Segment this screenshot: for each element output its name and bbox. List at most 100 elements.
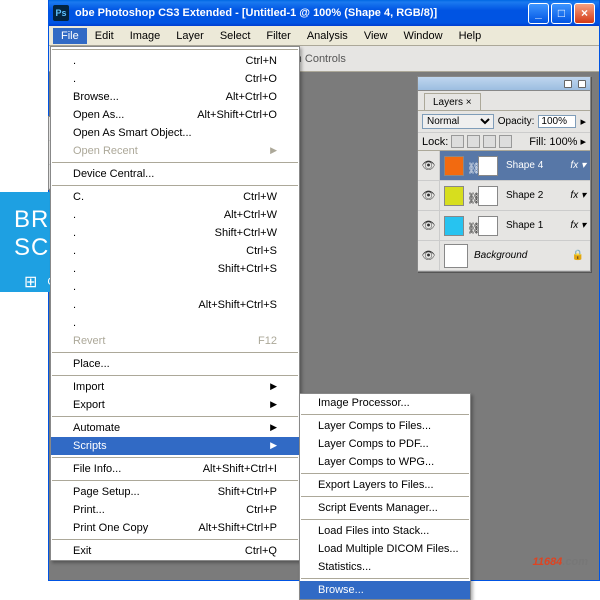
scripts-menu-item[interactable]: Load Files into Stack... — [300, 522, 470, 540]
file-menu-item[interactable]: Place... — [51, 355, 299, 373]
scripts-menu-item[interactable]: Statistics... — [300, 558, 470, 576]
link-icon: ⛓ — [467, 222, 475, 230]
file-menu-item[interactable]: Print One CopyAlt+Shift+Ctrl+P — [51, 519, 299, 537]
mask-thumbnail[interactable] — [478, 186, 498, 206]
file-menu-item[interactable]: Import▶ — [51, 378, 299, 396]
menu-window[interactable]: Window — [395, 28, 450, 44]
lock-position-icon[interactable] — [483, 135, 496, 148]
mask-thumbnail[interactable] — [478, 156, 498, 176]
link-icon: ⛓ — [467, 162, 475, 170]
file-menu-item[interactable]: ExitCtrl+Q — [51, 542, 299, 560]
menu-layer[interactable]: Layer — [168, 28, 212, 44]
file-menu-item[interactable]: Automate▶ — [51, 419, 299, 437]
scripts-menu-item[interactable]: Layer Comps to PDF... — [300, 435, 470, 453]
layer-row[interactable]: 👁 ⛓ Shape 4fx ▾ — [418, 151, 590, 181]
menu-file[interactable]: File — [53, 28, 87, 44]
layer-name[interactable]: Background — [468, 250, 566, 261]
lock-all-icon[interactable] — [499, 135, 512, 148]
file-menu-item[interactable]: .Ctrl+O — [51, 70, 299, 88]
file-menu-item[interactable]: . — [51, 278, 299, 296]
blend-mode-select[interactable]: Normal — [422, 114, 494, 129]
visibility-icon[interactable]: 👁 — [418, 241, 440, 270]
lock-icon: 🔒 — [566, 250, 590, 261]
menu-filter[interactable]: Filter — [258, 28, 298, 44]
file-menu-item[interactable]: C.Ctrl+W — [51, 188, 299, 206]
fx-badge[interactable]: fx ▾ — [566, 190, 590, 201]
file-menu-item[interactable]: .Ctrl+N — [51, 52, 299, 70]
scripts-menu-item[interactable]: Layer Comps to WPG... — [300, 453, 470, 471]
layer-thumbnail[interactable] — [444, 156, 464, 176]
file-menu-item[interactable]: . — [51, 314, 299, 332]
layers-panel: Layers × Normal Opacity: 100% ▸ Lock: Fi… — [417, 76, 591, 272]
window-title: obe Photoshop CS3 Extended - [Untitled-1… — [75, 7, 528, 19]
file-menu-item: Open Recent▶ — [51, 142, 299, 160]
scripts-menu-item[interactable]: Image Processor... — [300, 394, 470, 412]
menu-select[interactable]: Select — [212, 28, 259, 44]
lock-transparency-icon[interactable] — [451, 135, 464, 148]
close-button[interactable]: × — [574, 3, 595, 24]
visibility-icon[interactable]: 👁 — [418, 181, 440, 210]
maximize-button[interactable]: □ — [551, 3, 572, 24]
layer-thumbnail[interactable] — [444, 216, 464, 236]
visibility-icon[interactable]: 👁 — [418, 151, 440, 180]
file-menu-item[interactable]: .Shift+Ctrl+S — [51, 260, 299, 278]
fill-input[interactable]: 100% — [549, 136, 577, 148]
menu-help[interactable]: Help — [451, 28, 490, 44]
file-menu-item[interactable]: .Ctrl+S — [51, 242, 299, 260]
fill-label: Fill: — [529, 136, 546, 148]
menu-edit[interactable]: Edit — [87, 28, 122, 44]
scripts-menu-item[interactable]: Export Layers to Files... — [300, 476, 470, 494]
visibility-icon[interactable]: 👁 — [418, 211, 440, 240]
scripts-submenu: Image Processor... Layer Comps to Files..… — [299, 393, 471, 600]
layer-row[interactable]: 👁 ⛓ Shape 1fx ▾ — [418, 211, 590, 241]
file-menu-item[interactable]: Print...Ctrl+P — [51, 501, 299, 519]
file-menu: .Ctrl+N.Ctrl+OBrowse...Alt+Ctrl+OOpen As… — [50, 46, 300, 561]
scripts-menu-item[interactable]: Load Multiple DICOM Files... — [300, 540, 470, 558]
watermark-logo: 11684.com — [533, 545, 588, 571]
panel-header-bar[interactable] — [418, 77, 590, 91]
file-menu-item[interactable]: .Shift+Ctrl+W — [51, 224, 299, 242]
menu-view[interactable]: View — [356, 28, 396, 44]
layer-name[interactable]: Shape 2 — [502, 190, 566, 201]
layer-name[interactable]: Shape 4 — [502, 160, 566, 171]
file-menu-item[interactable]: Open As...Alt+Shift+Ctrl+O — [51, 106, 299, 124]
lock-pixels-icon[interactable] — [467, 135, 480, 148]
file-menu-item[interactable]: File Info...Alt+Shift+Ctrl+I — [51, 460, 299, 478]
layer-row-background[interactable]: 👁 Background🔒 — [418, 241, 590, 271]
layer-thumbnail[interactable] — [444, 244, 468, 268]
menu-analysis[interactable]: Analysis — [299, 28, 356, 44]
layer-row[interactable]: 👁 ⛓ Shape 2fx ▾ — [418, 181, 590, 211]
file-menu-item[interactable]: Open As Smart Object... — [51, 124, 299, 142]
panel-menu-icon[interactable] — [564, 80, 572, 88]
file-menu-item[interactable]: Scripts▶ — [51, 437, 299, 455]
fx-badge[interactable]: fx ▾ — [566, 160, 590, 171]
layer-thumbnail[interactable] — [444, 186, 464, 206]
windows-icon: ⊞ — [24, 272, 37, 292]
file-menu-item[interactable]: .Alt+Shift+Ctrl+S — [51, 296, 299, 314]
menu-image[interactable]: Image — [122, 28, 169, 44]
lock-label: Lock: — [422, 136, 448, 148]
file-menu-item[interactable]: Device Central... — [51, 165, 299, 183]
layer-name[interactable]: Shape 1 — [502, 220, 566, 231]
mask-thumbnail[interactable] — [478, 216, 498, 236]
opacity-label: Opacity: — [498, 116, 535, 127]
opacity-input[interactable]: 100% — [538, 115, 576, 128]
scripts-menu-item[interactable]: Script Events Manager... — [300, 499, 470, 517]
scripts-menu-item[interactable]: Layer Comps to Files... — [300, 417, 470, 435]
tab-layers[interactable]: Layers × — [424, 93, 481, 110]
photoshop-icon: Ps — [53, 5, 69, 21]
menubar: File Edit Image Layer Select Filter Anal… — [49, 26, 599, 46]
file-menu-item[interactable]: Export▶ — [51, 396, 299, 414]
file-menu-item: RevertF12 — [51, 332, 299, 350]
link-icon: ⛓ — [467, 192, 475, 200]
fx-badge[interactable]: fx ▾ — [566, 220, 590, 231]
file-menu-item[interactable]: Browse...Alt+Ctrl+O — [51, 88, 299, 106]
scripts-menu-item[interactable]: Browse... — [300, 581, 470, 599]
file-menu-item[interactable]: .Alt+Ctrl+W — [51, 206, 299, 224]
titlebar: Ps obe Photoshop CS3 Extended - [Untitle… — [49, 0, 599, 26]
fill-flyout-icon[interactable]: ▸ — [580, 135, 586, 148]
file-menu-item[interactable]: Page Setup...Shift+Ctrl+P — [51, 483, 299, 501]
panel-collapse-icon[interactable] — [578, 80, 586, 88]
opacity-flyout-icon[interactable]: ▸ — [580, 115, 586, 128]
minimize-button[interactable]: _ — [528, 3, 549, 24]
